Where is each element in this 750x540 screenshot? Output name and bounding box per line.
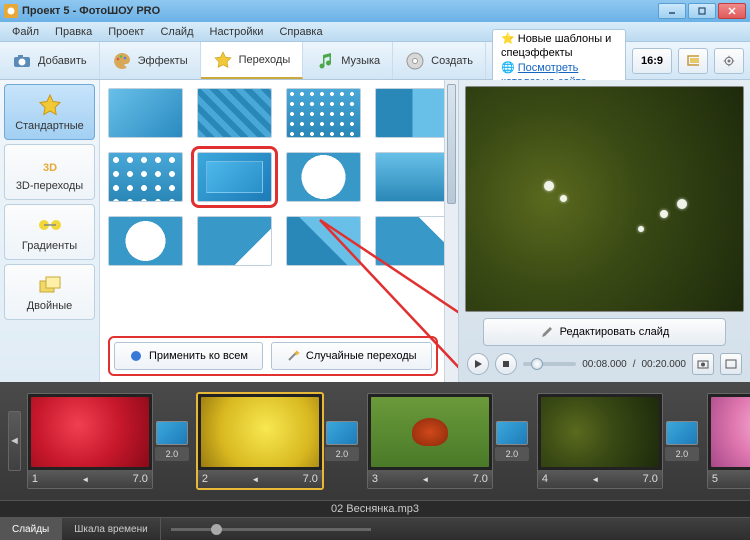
palette-icon xyxy=(112,51,132,71)
menu-project[interactable]: Проект xyxy=(100,24,152,40)
transition-thumb[interactable] xyxy=(375,152,450,202)
menubar: Файл Правка Проект Слайд Настройки Справ… xyxy=(0,22,750,42)
transition-thumb[interactable] xyxy=(286,216,361,266)
3d-icon: 3D xyxy=(36,153,64,177)
gradient-icon xyxy=(36,213,64,237)
timeline: ◄ 1◄7.0 2.0 2◄7.0 2.0 3◄7.0 2.0 xyxy=(0,382,750,500)
fullscreen-icon xyxy=(725,359,737,369)
menu-settings[interactable]: Настройки xyxy=(202,24,272,40)
category-sidebar: Стандартные 3D 3D-переходы Градиенты Дво… xyxy=(0,80,100,382)
edit-slide-button[interactable]: Редактировать слайд xyxy=(483,318,726,346)
zoom-slider[interactable] xyxy=(161,518,750,540)
gear-icon xyxy=(723,53,735,69)
transition-thumb-selected[interactable] xyxy=(197,152,272,202)
camera-icon xyxy=(697,359,709,369)
transition-thumb[interactable] xyxy=(108,152,183,202)
transition-thumb[interactable] xyxy=(375,216,450,266)
timeline-slide[interactable]: 4◄7.0 xyxy=(537,393,663,489)
aspect-ratio-button[interactable]: 16:9 xyxy=(632,48,672,74)
close-button[interactable] xyxy=(718,3,746,19)
toolbar-right: ⭐ Новые шаблоны и спецэффекты 🌐 Посмотре… xyxy=(486,42,750,79)
monitor-icon xyxy=(687,55,699,67)
play-button[interactable] xyxy=(467,353,489,375)
main-area: Стандартные 3D 3D-переходы Градиенты Дво… xyxy=(0,80,750,382)
menu-help[interactable]: Справка xyxy=(271,24,330,40)
menu-edit[interactable]: Правка xyxy=(47,24,100,40)
timeline-scroll-left[interactable]: ◄ xyxy=(8,411,21,471)
play-icon xyxy=(473,359,483,369)
transitions-grid xyxy=(108,88,450,266)
transition-chip[interactable]: 2.0 xyxy=(495,421,529,461)
transition-thumb[interactable] xyxy=(375,88,450,138)
preview-mode-button[interactable] xyxy=(678,48,708,74)
maximize-button[interactable] xyxy=(688,3,716,19)
grid-scrollbar[interactable] xyxy=(444,80,458,382)
apply-icon xyxy=(129,349,143,363)
music-icon xyxy=(315,51,335,71)
camera-icon xyxy=(12,51,32,71)
timeline-slide[interactable]: 5◄7.0 xyxy=(707,393,750,489)
playback-slider[interactable] xyxy=(523,362,576,366)
window-title: Проект 5 - ФотоШОУ PRO xyxy=(22,5,656,17)
transition-thumb[interactable] xyxy=(286,152,361,202)
time-total: 00:20.000 xyxy=(642,359,687,370)
double-icon xyxy=(36,273,64,297)
time-current: 00:08.000 xyxy=(582,359,627,370)
preview-panel: Редактировать слайд 00:08.000 / 00:20.00… xyxy=(458,80,750,382)
audio-track[interactable]: 02 Веснянка.mp3 xyxy=(0,500,750,518)
transition-chip[interactable]: 2.0 xyxy=(665,421,699,461)
tab-music[interactable]: Музыка xyxy=(303,42,393,79)
pencil-icon xyxy=(540,325,554,339)
menu-slide[interactable]: Слайд xyxy=(152,24,201,40)
toolbar: Добавить Эффекты Переходы Музыка Создать… xyxy=(0,42,750,80)
timeline-slide[interactable]: 1◄7.0 xyxy=(27,393,153,489)
disc-icon xyxy=(405,51,425,71)
category-3d[interactable]: 3D 3D-переходы xyxy=(4,144,95,200)
transition-thumb[interactable] xyxy=(197,88,272,138)
tab-add[interactable]: Добавить xyxy=(0,42,100,79)
star-icon xyxy=(36,93,64,117)
tab-effects[interactable]: Эффекты xyxy=(100,42,201,79)
fullscreen-button[interactable] xyxy=(720,353,742,375)
wand-icon xyxy=(286,349,300,363)
transition-thumb[interactable] xyxy=(108,88,183,138)
bottom-tab-slides[interactable]: Слайды xyxy=(0,518,62,540)
playbar: 00:08.000 / 00:20.000 xyxy=(465,352,744,376)
transition-thumb[interactable] xyxy=(108,216,183,266)
category-standard[interactable]: Стандартные xyxy=(4,84,95,140)
apply-to-all-button[interactable]: Применить ко всем xyxy=(114,342,263,370)
stop-icon xyxy=(501,359,511,369)
action-buttons-group: Применить ко всем Случайные переходы xyxy=(108,336,438,376)
star-icon xyxy=(213,50,233,70)
settings-button[interactable] xyxy=(714,48,744,74)
minimize-button[interactable] xyxy=(658,3,686,19)
snapshot-button[interactable] xyxy=(692,353,714,375)
transition-thumb[interactable] xyxy=(197,216,272,266)
tab-transitions[interactable]: Переходы xyxy=(201,42,304,79)
menu-file[interactable]: Файл xyxy=(4,24,47,40)
bottom-tab-timescale[interactable]: Шкала времени xyxy=(62,518,160,540)
timeline-slide-active[interactable]: 2◄7.0 xyxy=(197,393,323,489)
app-icon xyxy=(4,4,18,18)
tab-create[interactable]: Создать xyxy=(393,42,486,79)
svg-text:3D: 3D xyxy=(42,162,56,174)
timeline-slide[interactable]: 3◄7.0 xyxy=(367,393,493,489)
stop-button[interactable] xyxy=(495,353,517,375)
transition-thumb[interactable] xyxy=(286,88,361,138)
category-gradients[interactable]: Градиенты xyxy=(4,204,95,260)
preview-viewport xyxy=(465,86,744,312)
transition-chip[interactable]: 2.0 xyxy=(325,421,359,461)
category-double[interactable]: Двойные xyxy=(4,264,95,320)
transitions-grid-area: Применить ко всем Случайные переходы xyxy=(100,80,458,382)
transition-chip[interactable]: 2.0 xyxy=(155,421,189,461)
random-transitions-button[interactable]: Случайные переходы xyxy=(271,342,432,370)
bottom-tabs: Слайды Шкала времени xyxy=(0,518,750,540)
titlebar: Проект 5 - ФотоШОУ PRO xyxy=(0,0,750,22)
